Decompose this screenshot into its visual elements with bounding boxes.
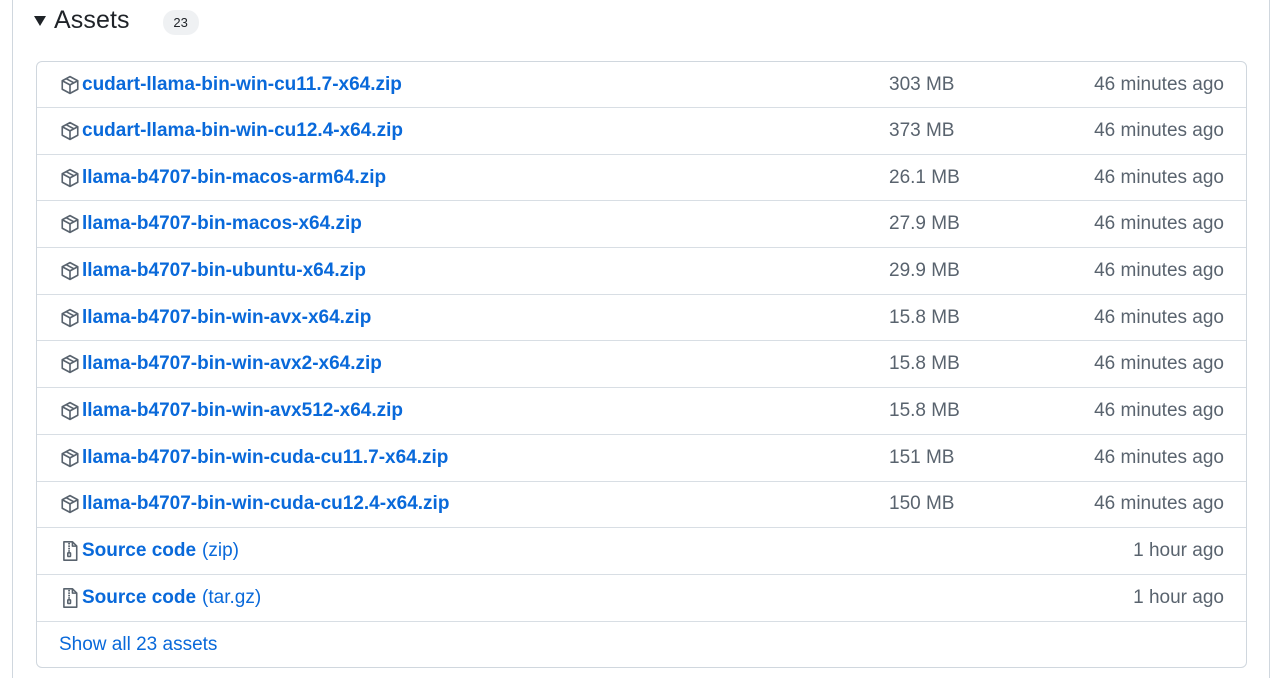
asset-size: 29.9 MB bbox=[889, 259, 960, 281]
asset-name: cudart-llama-bin-win-cu12.4-x64.zip bbox=[82, 119, 403, 141]
asset-name: Source code bbox=[82, 586, 197, 608]
asset-size: 151 MB bbox=[889, 446, 955, 468]
asset-relative-time: 46 minutes ago bbox=[1094, 213, 1224, 235]
asset-relative-time: 46 minutes ago bbox=[1094, 493, 1224, 515]
asset-name: llama-b4707-bin-macos-arm64.zip bbox=[82, 166, 387, 188]
asset-row: cudart-llama-bin-win-cu11.7-x64.zip 303 M… bbox=[37, 62, 1246, 108]
package-icon bbox=[59, 307, 81, 329]
asset-row: cudart-llama-bin-win-cu12.4-x64.zip 373 M… bbox=[37, 108, 1246, 155]
asset-download-link[interactable]: cudart-llama-bin-win-cu12.4-x64.zip bbox=[59, 120, 403, 142]
package-icon bbox=[59, 400, 81, 422]
caret-down-icon bbox=[34, 16, 46, 26]
asset-download-link[interactable]: llama-b4707-bin-win-avx512-x64.zip bbox=[59, 400, 403, 422]
asset-format-suffix: (tar.gz) bbox=[202, 586, 262, 608]
asset-name: Source code bbox=[82, 540, 197, 562]
package-icon bbox=[59, 120, 81, 142]
asset-row: llama-b4707-bin-win-cuda-cu11.7-x64.zip 1… bbox=[37, 435, 1246, 482]
assets-count-badge: 23 bbox=[162, 9, 199, 35]
asset-size: 15.8 MB bbox=[889, 306, 960, 328]
asset-relative-time: 46 minutes ago bbox=[1094, 446, 1224, 468]
package-icon bbox=[59, 213, 81, 235]
asset-row: llama-b4707-bin-macos-arm64.zip 26.1 MB 46… bbox=[37, 155, 1246, 202]
asset-size: 27.9 MB bbox=[889, 213, 960, 235]
asset-size: 150 MB bbox=[889, 493, 955, 515]
asset-download-link[interactable]: llama-b4707-bin-win-avx-x64.zip bbox=[59, 307, 371, 329]
asset-size: 373 MB bbox=[889, 119, 955, 141]
asset-relative-time: 46 minutes ago bbox=[1094, 166, 1224, 188]
show-all-assets-link[interactable]: Show all 23 assets bbox=[59, 634, 217, 656]
asset-name: llama-b4707-bin-win-avx2-x64.zip bbox=[82, 353, 382, 375]
package-icon bbox=[59, 167, 81, 189]
asset-relative-time: 46 minutes ago bbox=[1094, 73, 1224, 95]
show-all-row: Show all 23 assets bbox=[37, 622, 1246, 667]
asset-size: 15.8 MB bbox=[889, 353, 960, 375]
package-icon bbox=[59, 353, 81, 375]
asset-row: llama-b4707-bin-win-cuda-cu12.4-x64.zip 1… bbox=[37, 482, 1246, 529]
asset-row: llama-b4707-bin-win-avx512-x64.zip 15.8 M… bbox=[37, 388, 1246, 435]
asset-download-link[interactable]: llama-b4707-bin-ubuntu-x64.zip bbox=[59, 260, 366, 282]
asset-relative-time: 46 minutes ago bbox=[1094, 259, 1224, 281]
release-page: Assets 23 cudart-llama-bin-win-cu11.7-x6… bbox=[0, 0, 1280, 678]
asset-row: llama-b4707-bin-win-avx2-x64.zip 15.8 MB 4… bbox=[37, 341, 1246, 389]
asset-size: 303 MB bbox=[889, 73, 955, 95]
asset-row: Source code (zip) 1 hour ago bbox=[37, 528, 1246, 575]
asset-row: llama-b4707-bin-macos-x64.zip 27.9 MB 46 m… bbox=[37, 201, 1246, 249]
asset-download-link[interactable]: Source code (zip) bbox=[59, 540, 239, 562]
asset-name: llama-b4707-bin-win-cuda-cu12.4-x64.zip bbox=[82, 493, 450, 515]
asset-relative-time: 1 hour ago bbox=[1133, 540, 1224, 562]
asset-name: cudart-llama-bin-win-cu11.7-x64.zip bbox=[82, 73, 402, 95]
asset-relative-time: 1 hour ago bbox=[1133, 586, 1224, 608]
package-icon bbox=[59, 74, 81, 96]
asset-name: llama-b4707-bin-ubuntu-x64.zip bbox=[82, 259, 366, 281]
asset-download-link[interactable]: llama-b4707-bin-win-cuda-cu11.7-x64.zip bbox=[59, 447, 448, 469]
file-zip-icon bbox=[59, 540, 81, 562]
asset-name: llama-b4707-bin-win-avx-x64.zip bbox=[82, 306, 372, 328]
package-icon bbox=[59, 493, 81, 515]
file-zip-icon bbox=[59, 587, 81, 609]
asset-download-link[interactable]: cudart-llama-bin-win-cu11.7-x64.zip bbox=[59, 74, 402, 96]
asset-relative-time: 46 minutes ago bbox=[1094, 306, 1224, 328]
asset-download-link[interactable]: Source code (tar.gz) bbox=[59, 587, 261, 609]
asset-download-link[interactable]: llama-b4707-bin-macos-x64.zip bbox=[59, 213, 362, 235]
asset-download-link[interactable]: llama-b4707-bin-win-avx2-x64.zip bbox=[59, 353, 382, 375]
asset-row: llama-b4707-bin-ubuntu-x64.zip 29.9 MB 46 … bbox=[37, 248, 1246, 295]
package-icon bbox=[59, 447, 81, 469]
asset-relative-time: 46 minutes ago bbox=[1094, 353, 1224, 375]
asset-size: 15.8 MB bbox=[889, 399, 960, 421]
asset-relative-time: 46 minutes ago bbox=[1094, 399, 1224, 421]
asset-name: llama-b4707-bin-win-cuda-cu11.7-x64.zip bbox=[82, 446, 449, 468]
assets-list: cudart-llama-bin-win-cu11.7-x64.zip 303 M… bbox=[36, 61, 1247, 668]
assets-title: Assets bbox=[54, 5, 130, 34]
asset-relative-time: 46 minutes ago bbox=[1094, 119, 1224, 141]
package-icon bbox=[59, 260, 81, 282]
assets-toggle[interactable]: Assets 23 bbox=[34, 0, 199, 40]
asset-download-link[interactable]: llama-b4707-bin-macos-arm64.zip bbox=[59, 167, 386, 189]
asset-size: 26.1 MB bbox=[889, 166, 960, 188]
asset-format-suffix: (zip) bbox=[202, 540, 239, 562]
asset-name: llama-b4707-bin-macos-x64.zip bbox=[82, 213, 362, 235]
asset-download-link[interactable]: llama-b4707-bin-win-cuda-cu12.4-x64.zip bbox=[59, 493, 449, 515]
asset-name: llama-b4707-bin-win-avx512-x64.zip bbox=[82, 399, 404, 421]
asset-row: Source code (tar.gz) 1 hour ago bbox=[37, 575, 1246, 622]
asset-row: llama-b4707-bin-win-avx-x64.zip 15.8 MB 46… bbox=[37, 295, 1246, 342]
